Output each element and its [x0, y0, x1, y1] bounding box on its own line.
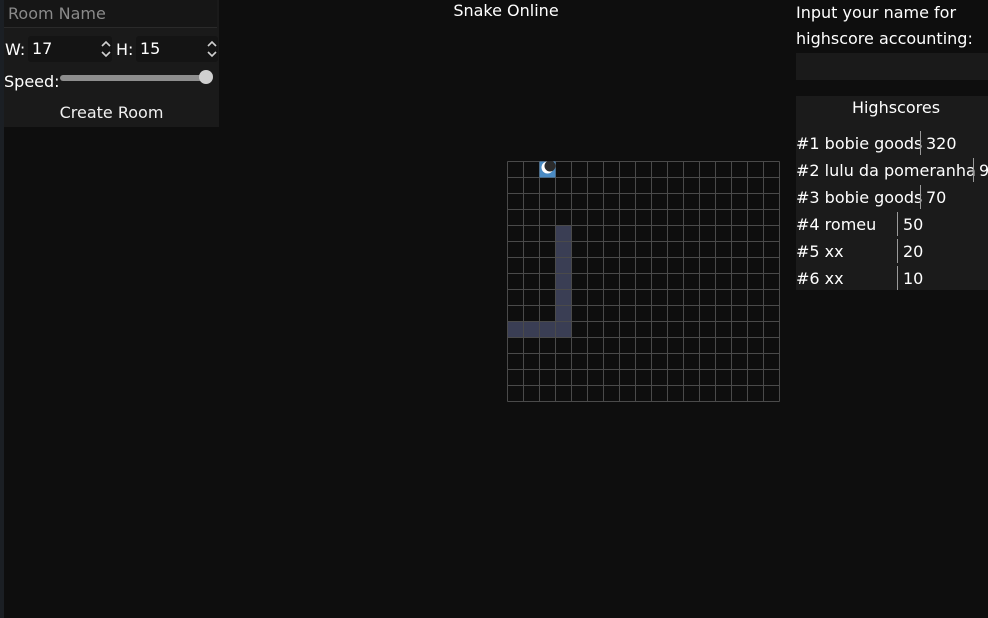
snake-segment	[555, 289, 572, 306]
highscore-row: #5 xx 20	[796, 238, 988, 265]
slider-track	[60, 75, 206, 81]
highscore-score: 320	[926, 134, 957, 153]
snake-segment	[555, 273, 572, 290]
highscore-name: #6 xx	[796, 269, 844, 288]
highscores-panel: Highscores #1 bobie goods 320 #2 lulu da…	[796, 96, 988, 290]
highscore-row: #6 xx 10	[796, 265, 988, 290]
snake-segment	[555, 321, 572, 338]
highscore-row: #2 lulu da pomeranha 9	[796, 157, 988, 184]
snake-segment	[555, 241, 572, 258]
snake-segment	[507, 321, 524, 338]
highscore-name: #3 bobie goods	[796, 188, 923, 207]
snake-segment	[523, 321, 540, 338]
snake-segment	[555, 257, 572, 274]
grid-lines	[507, 161, 780, 402]
snake-segment	[555, 305, 572, 322]
slider-thumb[interactable]	[199, 70, 213, 84]
column-divider	[897, 266, 898, 290]
column-divider	[973, 158, 974, 182]
width-label: W:	[5, 40, 26, 59]
width-value: 17	[32, 39, 53, 58]
highscore-row: #3 bobie goods 70	[796, 184, 988, 211]
highscore-score: 10	[903, 269, 924, 288]
highscore-name: #1 bobie goods	[796, 134, 923, 153]
snake-segment	[539, 321, 556, 338]
highscores-title: Highscores	[851, 98, 941, 117]
player-name-input[interactable]	[796, 53, 988, 80]
highscore-name: #2 lulu da pomeranha	[796, 161, 976, 180]
spin-arrows-icon[interactable]	[206, 36, 218, 62]
game-grid	[507, 161, 780, 402]
column-divider	[920, 131, 921, 155]
height-spinbox[interactable]: 15	[136, 36, 218, 62]
highscore-row: #4 romeu 50	[796, 211, 988, 238]
column-divider	[920, 185, 921, 209]
highscore-score: 70	[926, 188, 947, 207]
app-window: W: 17 H: 15 Speed: Cr	[0, 0, 988, 618]
speed-slider[interactable]	[60, 70, 213, 86]
column-divider	[897, 212, 898, 236]
height-value: 15	[140, 39, 161, 58]
spin-arrows-icon[interactable]	[100, 36, 112, 62]
width-spinbox[interactable]: 17	[28, 36, 112, 62]
highscore-row: #1 bobie goods 320	[796, 130, 988, 157]
snake-head-icon	[539, 161, 556, 178]
room-name-input[interactable]	[4, 0, 217, 28]
highscore-name: #5 xx	[796, 242, 844, 261]
page-title: Snake Online	[453, 1, 559, 20]
column-divider	[897, 239, 898, 263]
speed-label: Speed:	[4, 72, 60, 91]
highscore-score: 50	[903, 215, 924, 234]
highscore-score: 9	[979, 161, 988, 180]
room-panel: W: 17 H: 15 Speed: Cr	[4, 0, 219, 127]
height-label: H:	[116, 40, 134, 59]
highscore-name: #4 romeu	[796, 215, 877, 234]
name-prompt: Input your name for highscore accounting…	[796, 3, 973, 48]
game-board[interactable]	[507, 161, 780, 402]
create-room-button[interactable]: Create Room	[4, 98, 219, 127]
snake-segment	[555, 225, 572, 242]
highscore-score: 20	[903, 242, 924, 261]
